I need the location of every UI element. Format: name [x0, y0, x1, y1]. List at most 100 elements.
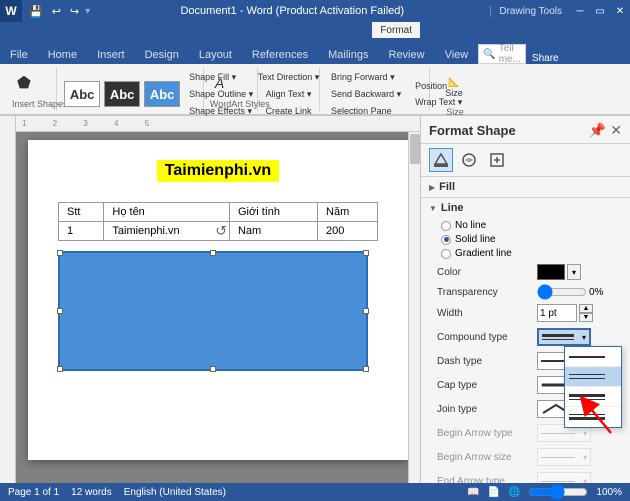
- handle-mr[interactable]: [363, 308, 369, 314]
- tab-design[interactable]: Design: [135, 46, 189, 64]
- line-arrow: ▼: [429, 204, 437, 213]
- handle-ml[interactable]: [57, 308, 63, 314]
- ribbon-body: ⬟ Insert Shapes Abc Abc Abc Shape Fill ▾…: [0, 64, 630, 116]
- redo-quick-btn[interactable]: ↪: [67, 4, 82, 19]
- wordart-btn[interactable]: A: [210, 75, 229, 91]
- panel-icon-fill-line[interactable]: [429, 148, 453, 172]
- size-btn[interactable]: 📐Size: [436, 69, 472, 105]
- no-line-radio[interactable]: [441, 221, 451, 231]
- style-btn-2[interactable]: Abc: [104, 81, 140, 107]
- document-page: Taimienphi.vn Stt Họ tên Giới tính Năm: [28, 140, 408, 460]
- tab-file[interactable]: File: [0, 46, 38, 64]
- panel-title: Format Shape: [429, 123, 516, 138]
- gradient-line-radio[interactable]: [441, 249, 451, 259]
- style-btn-3[interactable]: Abc: [144, 81, 180, 107]
- tell-me-input[interactable]: 🔍 Tell me...: [478, 44, 526, 64]
- compound-opt-single[interactable]: [565, 347, 621, 367]
- view-read-btn[interactable]: 📖: [467, 487, 479, 498]
- width-down-btn[interactable]: ▼: [579, 313, 593, 322]
- compound-opt-thin-thick[interactable]: [565, 407, 621, 427]
- tab-review[interactable]: Review: [379, 46, 435, 64]
- solid-line-radio[interactable]: [441, 235, 451, 245]
- shapes-dropdown[interactable]: ⬟: [12, 75, 36, 91]
- panel-icon-size[interactable]: [485, 148, 509, 172]
- col-nam: Năm: [318, 203, 378, 222]
- tab-insert[interactable]: Insert: [87, 46, 135, 64]
- document-area: 1 2 3 4 5 Taimienphi.vn Stt Họ tên Giới …: [0, 116, 420, 483]
- scrollbar-vertical[interactable]: [408, 132, 420, 483]
- save-quick-btn[interactable]: 💾: [26, 4, 46, 19]
- transparency-slider[interactable]: [537, 286, 587, 298]
- color-swatch[interactable]: [537, 264, 565, 280]
- width-spinbox[interactable]: 1 pt: [537, 304, 577, 322]
- handle-tl[interactable]: [57, 250, 63, 256]
- line-section-header[interactable]: ▼ Line: [421, 198, 630, 218]
- compound-opt-thick-thin[interactable]: [565, 387, 621, 407]
- panel-close-button[interactable]: ✕: [610, 122, 622, 139]
- color-row: Color ▾: [421, 261, 630, 283]
- handle-tr[interactable]: [363, 250, 369, 256]
- compound-type-label: Compound type: [437, 332, 537, 343]
- ruler-vertical: [0, 116, 16, 483]
- text-direction-btn[interactable]: Text Direction ▾: [253, 69, 325, 85]
- compound-type-dropdown[interactable]: ▾: [537, 328, 591, 346]
- restore-button[interactable]: ▭: [590, 0, 610, 22]
- tabs-row: File Home Insert Design Layout Reference…: [0, 38, 630, 64]
- end-arrow-type-dropdown[interactable]: ▾: [537, 472, 591, 483]
- fill-arrow: ▶: [429, 183, 435, 192]
- section-fill: ▶ Fill: [421, 177, 630, 198]
- tab-format[interactable]: Format: [372, 22, 420, 38]
- send-backward-btn[interactable]: Send Backward ▾: [326, 86, 406, 102]
- compound-type-dropdown-menu: [564, 346, 622, 428]
- dash-type-label: Dash type: [437, 356, 537, 367]
- minimize-button[interactable]: ─: [570, 0, 590, 22]
- color-dropdown-btn[interactable]: ▾: [567, 264, 581, 280]
- compound-type-value: ▾: [537, 328, 622, 346]
- panel-icon-effects[interactable]: [457, 148, 481, 172]
- no-line-label: No line: [455, 220, 486, 231]
- tab-mailings[interactable]: Mailings: [318, 46, 378, 64]
- color-label: Color: [437, 267, 537, 278]
- width-up-btn[interactable]: ▲: [579, 304, 593, 313]
- cell-stt: 1: [59, 222, 104, 241]
- begin-arrow-size-row: Begin Arrow size ▾: [421, 445, 630, 469]
- word-count: 12 words: [71, 487, 112, 498]
- drawing-tools-label: Drawing Tools: [490, 6, 570, 17]
- align-text-btn[interactable]: Align Text ▾: [261, 86, 317, 102]
- language: English (United States): [124, 487, 226, 498]
- tab-view[interactable]: View: [435, 46, 479, 64]
- no-line-option[interactable]: No line: [441, 220, 622, 231]
- style-btn-1[interactable]: Abc: [64, 81, 100, 107]
- handle-br[interactable]: [363, 366, 369, 372]
- view-web-btn[interactable]: 🌐: [508, 487, 520, 498]
- blue-shape[interactable]: [58, 251, 368, 371]
- handle-tc[interactable]: [210, 250, 216, 256]
- close-button[interactable]: ✕: [610, 0, 630, 22]
- tab-references[interactable]: References: [242, 46, 318, 64]
- insert-shapes-label: Insert Shapes: [12, 97, 50, 109]
- wordart-label: WordArt Styles: [210, 97, 251, 109]
- line-type-options: No line Solid line Gradient line: [421, 218, 630, 261]
- begin-arrow-size-label: Begin Arrow size: [437, 452, 537, 463]
- undo-quick-btn[interactable]: ↩: [49, 4, 64, 19]
- app-icon: W: [0, 0, 22, 22]
- begin-arrow-size-dropdown[interactable]: ▾: [537, 448, 591, 466]
- transparency-pct: 0%: [589, 287, 603, 298]
- panel-pin-button[interactable]: 📌: [589, 122, 606, 139]
- bring-forward-btn[interactable]: Bring Forward ▾: [326, 69, 406, 85]
- rotate-handle[interactable]: ↺: [215, 223, 227, 240]
- compound-opt-double[interactable]: [565, 367, 621, 387]
- transparency-value: 0%: [537, 286, 622, 298]
- tab-home[interactable]: Home: [38, 46, 87, 64]
- view-print-btn[interactable]: 📄: [488, 487, 500, 498]
- page-info: Page 1 of 1: [8, 487, 59, 498]
- document-scroll-area[interactable]: Taimienphi.vn Stt Họ tên Giới tính Năm: [16, 132, 420, 483]
- handle-bl[interactable]: [57, 366, 63, 372]
- handle-bc[interactable]: [210, 366, 216, 372]
- share-button[interactable]: Share: [526, 53, 565, 64]
- tab-layout[interactable]: Layout: [189, 46, 242, 64]
- fill-section-header[interactable]: ▶ Fill: [421, 177, 630, 197]
- zoom-slider[interactable]: [528, 487, 588, 497]
- gradient-line-option[interactable]: Gradient line: [441, 248, 622, 259]
- solid-line-option[interactable]: Solid line: [441, 234, 622, 245]
